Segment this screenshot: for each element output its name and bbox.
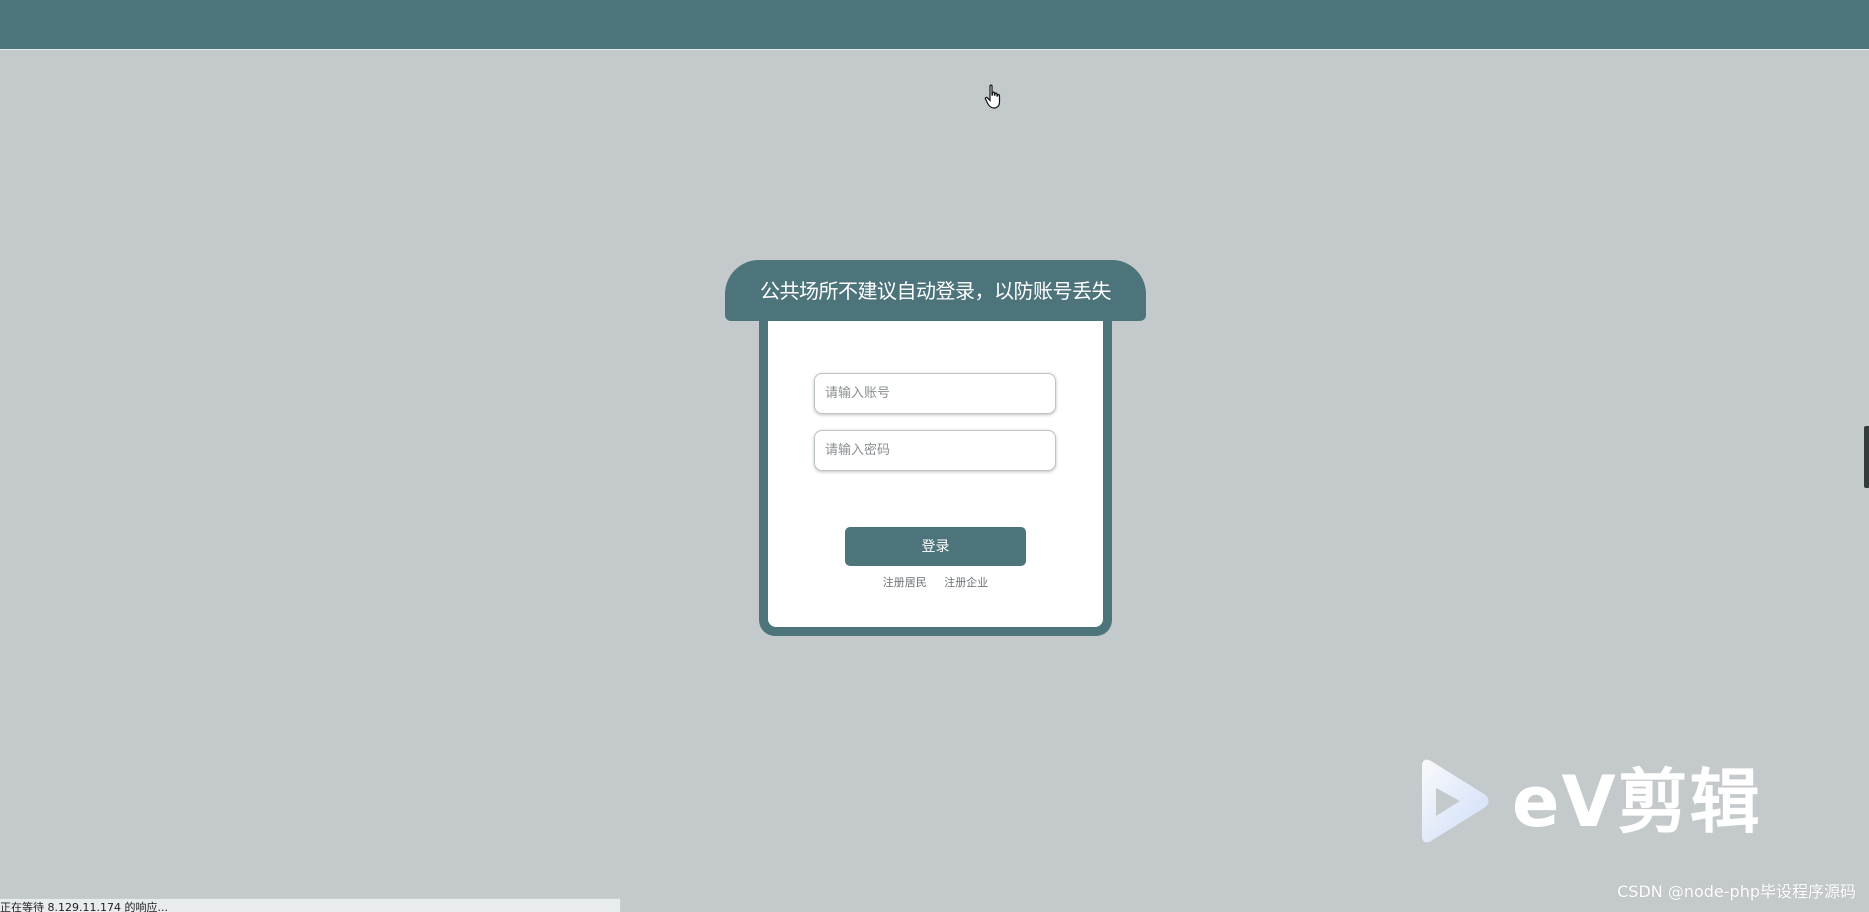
- security-notice: 公共场所不建议自动登录，以防账号丢失: [760, 279, 1112, 303]
- password-input[interactable]: [814, 430, 1056, 471]
- hand-pointer-icon: [984, 84, 1001, 109]
- csdn-watermark: CSDN @node-php毕设程序源码: [1617, 882, 1856, 901]
- register-resident-link[interactable]: 注册居民: [883, 576, 927, 589]
- play-triangle-icon: [1422, 759, 1489, 843]
- browser-status-bar: 正在等待 8.129.11.174 的响应...: [0, 898, 621, 912]
- login-button[interactable]: 登录: [845, 527, 1026, 566]
- register-links: 注册居民 注册企业: [845, 574, 1026, 590]
- ev-watermark-text: eV剪辑: [1512, 761, 1762, 843]
- account-input[interactable]: [814, 373, 1056, 414]
- top-header-bar: [0, 0, 1869, 50]
- side-panel-handle[interactable]: [1864, 426, 1869, 488]
- register-company-link[interactable]: 注册企业: [944, 576, 988, 589]
